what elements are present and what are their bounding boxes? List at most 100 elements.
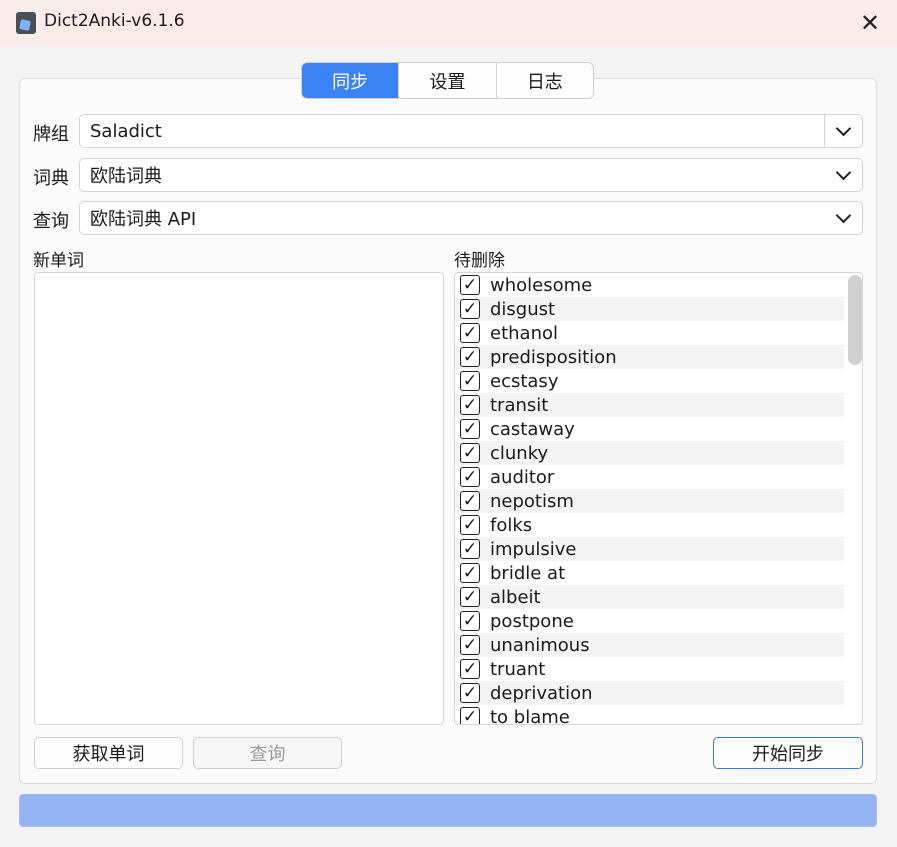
list-item-label: to blame [490,706,570,725]
list-item[interactable]: ✓ clunky [455,441,844,465]
list-item[interactable]: ✓ nepotism [455,489,844,513]
list-item-label: folks [490,514,533,536]
list-item[interactable]: ✓ castaway [455,417,844,441]
checkbox[interactable]: ✓ [460,706,480,725]
list-item-label: bridle at [490,562,566,584]
dictionary-select[interactable]: 欧陆词典 [79,158,863,192]
check-icon: ✓ [462,706,478,725]
list-item[interactable]: ✓ folks [455,513,844,537]
checkbox[interactable]: ✓ [460,539,480,559]
scroll-thumb[interactable] [848,275,862,365]
list-item-label: auditor [490,466,555,488]
list-item[interactable]: ✓ to blame [455,705,844,725]
checkbox[interactable]: ✓ [460,347,480,367]
checkbox[interactable]: ✓ [460,395,480,415]
check-icon: ✓ [462,658,478,679]
list-item[interactable]: ✓ unanimous [455,633,844,657]
fetch-words-button[interactable]: 获取单词 [34,737,183,769]
checkbox[interactable]: ✓ [460,683,480,703]
query-label: 查询 [33,211,69,232]
list-item-label: disgust [490,298,556,320]
check-icon: ✓ [462,514,478,535]
deck-select[interactable]: Saladict [79,114,863,148]
query-button[interactable]: 查询 [193,737,342,769]
tab-settings[interactable]: 设置 [398,63,495,98]
list-item-label: truant [490,658,546,680]
checkbox[interactable]: ✓ [460,323,480,343]
tab-sync[interactable]: 同步 [302,63,399,98]
checkbox[interactable]: ✓ [460,467,480,487]
check-icon: ✓ [462,562,478,583]
app-icon [16,12,36,34]
to-delete-items: ✓ wholesome ✓ disgust ✓ ethanol ✓ predis… [455,273,844,725]
list-item[interactable]: ✓ truant [455,657,844,681]
checkbox[interactable]: ✓ [460,659,480,679]
list-item[interactable]: ✓ impulsive [455,537,844,561]
list-item[interactable]: ✓ albeit [455,585,844,609]
check-icon: ✓ [462,370,478,391]
check-icon: ✓ [462,490,478,511]
chevron-down-icon [835,164,851,180]
checkbox[interactable]: ✓ [460,635,480,655]
to-delete-list[interactable]: ✓ wholesome ✓ disgust ✓ ethanol ✓ predis… [454,272,863,725]
new-words-list[interactable] [34,272,444,725]
list-item[interactable]: ✓ deprivation [455,681,844,705]
to-delete-label: 待删除 [454,251,505,271]
tab-log[interactable]: 日志 [495,63,593,98]
checkbox[interactable]: ✓ [460,515,480,535]
list-item-label: albeit [490,586,541,608]
list-item-label: predisposition [490,346,617,368]
checkbox[interactable]: ✓ [460,371,480,391]
list-item[interactable]: ✓ ecstasy [455,369,844,393]
check-icon: ✓ [462,418,478,439]
check-icon: ✓ [462,586,478,607]
title-bar: Dict2Anki-v6.1.6 ✕ [0,0,897,46]
check-icon: ✓ [462,442,478,463]
checkbox[interactable]: ✓ [460,611,480,631]
list-item[interactable]: ✓ predisposition [455,345,844,369]
start-sync-button[interactable]: 开始同步 [713,737,863,769]
checkbox[interactable]: ✓ [460,563,480,583]
chevron-down-icon [835,207,851,223]
checkbox[interactable]: ✓ [460,587,480,607]
query-value: 欧陆词典 API [90,209,197,230]
progress-bar [19,794,877,827]
list-item-label: unanimous [490,634,590,656]
list-item[interactable]: ✓ bridle at [455,561,844,585]
checkbox[interactable]: ✓ [460,275,480,295]
check-icon: ✓ [462,682,478,703]
checkbox[interactable]: ✓ [460,299,480,319]
checkbox[interactable]: ✓ [460,491,480,511]
list-item-label: nepotism [490,490,574,512]
deck-label: 牌组 [33,124,69,145]
list-item[interactable]: ✓ transit [455,393,844,417]
deck-value: Saladict [90,120,162,142]
list-item-label: deprivation [490,682,593,704]
query-select[interactable]: 欧陆词典 API [79,201,863,235]
list-item[interactable]: ✓ wholesome [455,273,844,297]
list-item-label: ethanol [490,322,558,344]
list-item[interactable]: ✓ postpone [455,609,844,633]
list-item-label: impulsive [490,538,577,560]
list-item-label: transit [490,394,549,416]
progress-fill [20,795,876,826]
checkbox[interactable]: ✓ [460,443,480,463]
check-icon: ✓ [462,466,478,487]
dictionary-value: 欧陆词典 [90,166,162,187]
tab-bar: 同步 设置 日志 [301,62,594,99]
list-item[interactable]: ✓ disgust [455,297,844,321]
checkbox[interactable]: ✓ [460,419,480,439]
new-words-label: 新单词 [33,251,84,271]
list-item-label: ecstasy [490,370,559,392]
check-icon: ✓ [462,610,478,631]
close-button[interactable]: ✕ [850,6,890,40]
list-item[interactable]: ✓ auditor [455,465,844,489]
check-icon: ✓ [462,394,478,415]
list-item[interactable]: ✓ ethanol [455,321,844,345]
check-icon: ✓ [462,346,478,367]
check-icon: ✓ [462,634,478,655]
check-icon: ✓ [462,538,478,559]
deck-dropdown-button[interactable] [824,115,862,147]
chevron-down-icon [835,120,852,136]
scrollbar[interactable] [846,275,862,722]
